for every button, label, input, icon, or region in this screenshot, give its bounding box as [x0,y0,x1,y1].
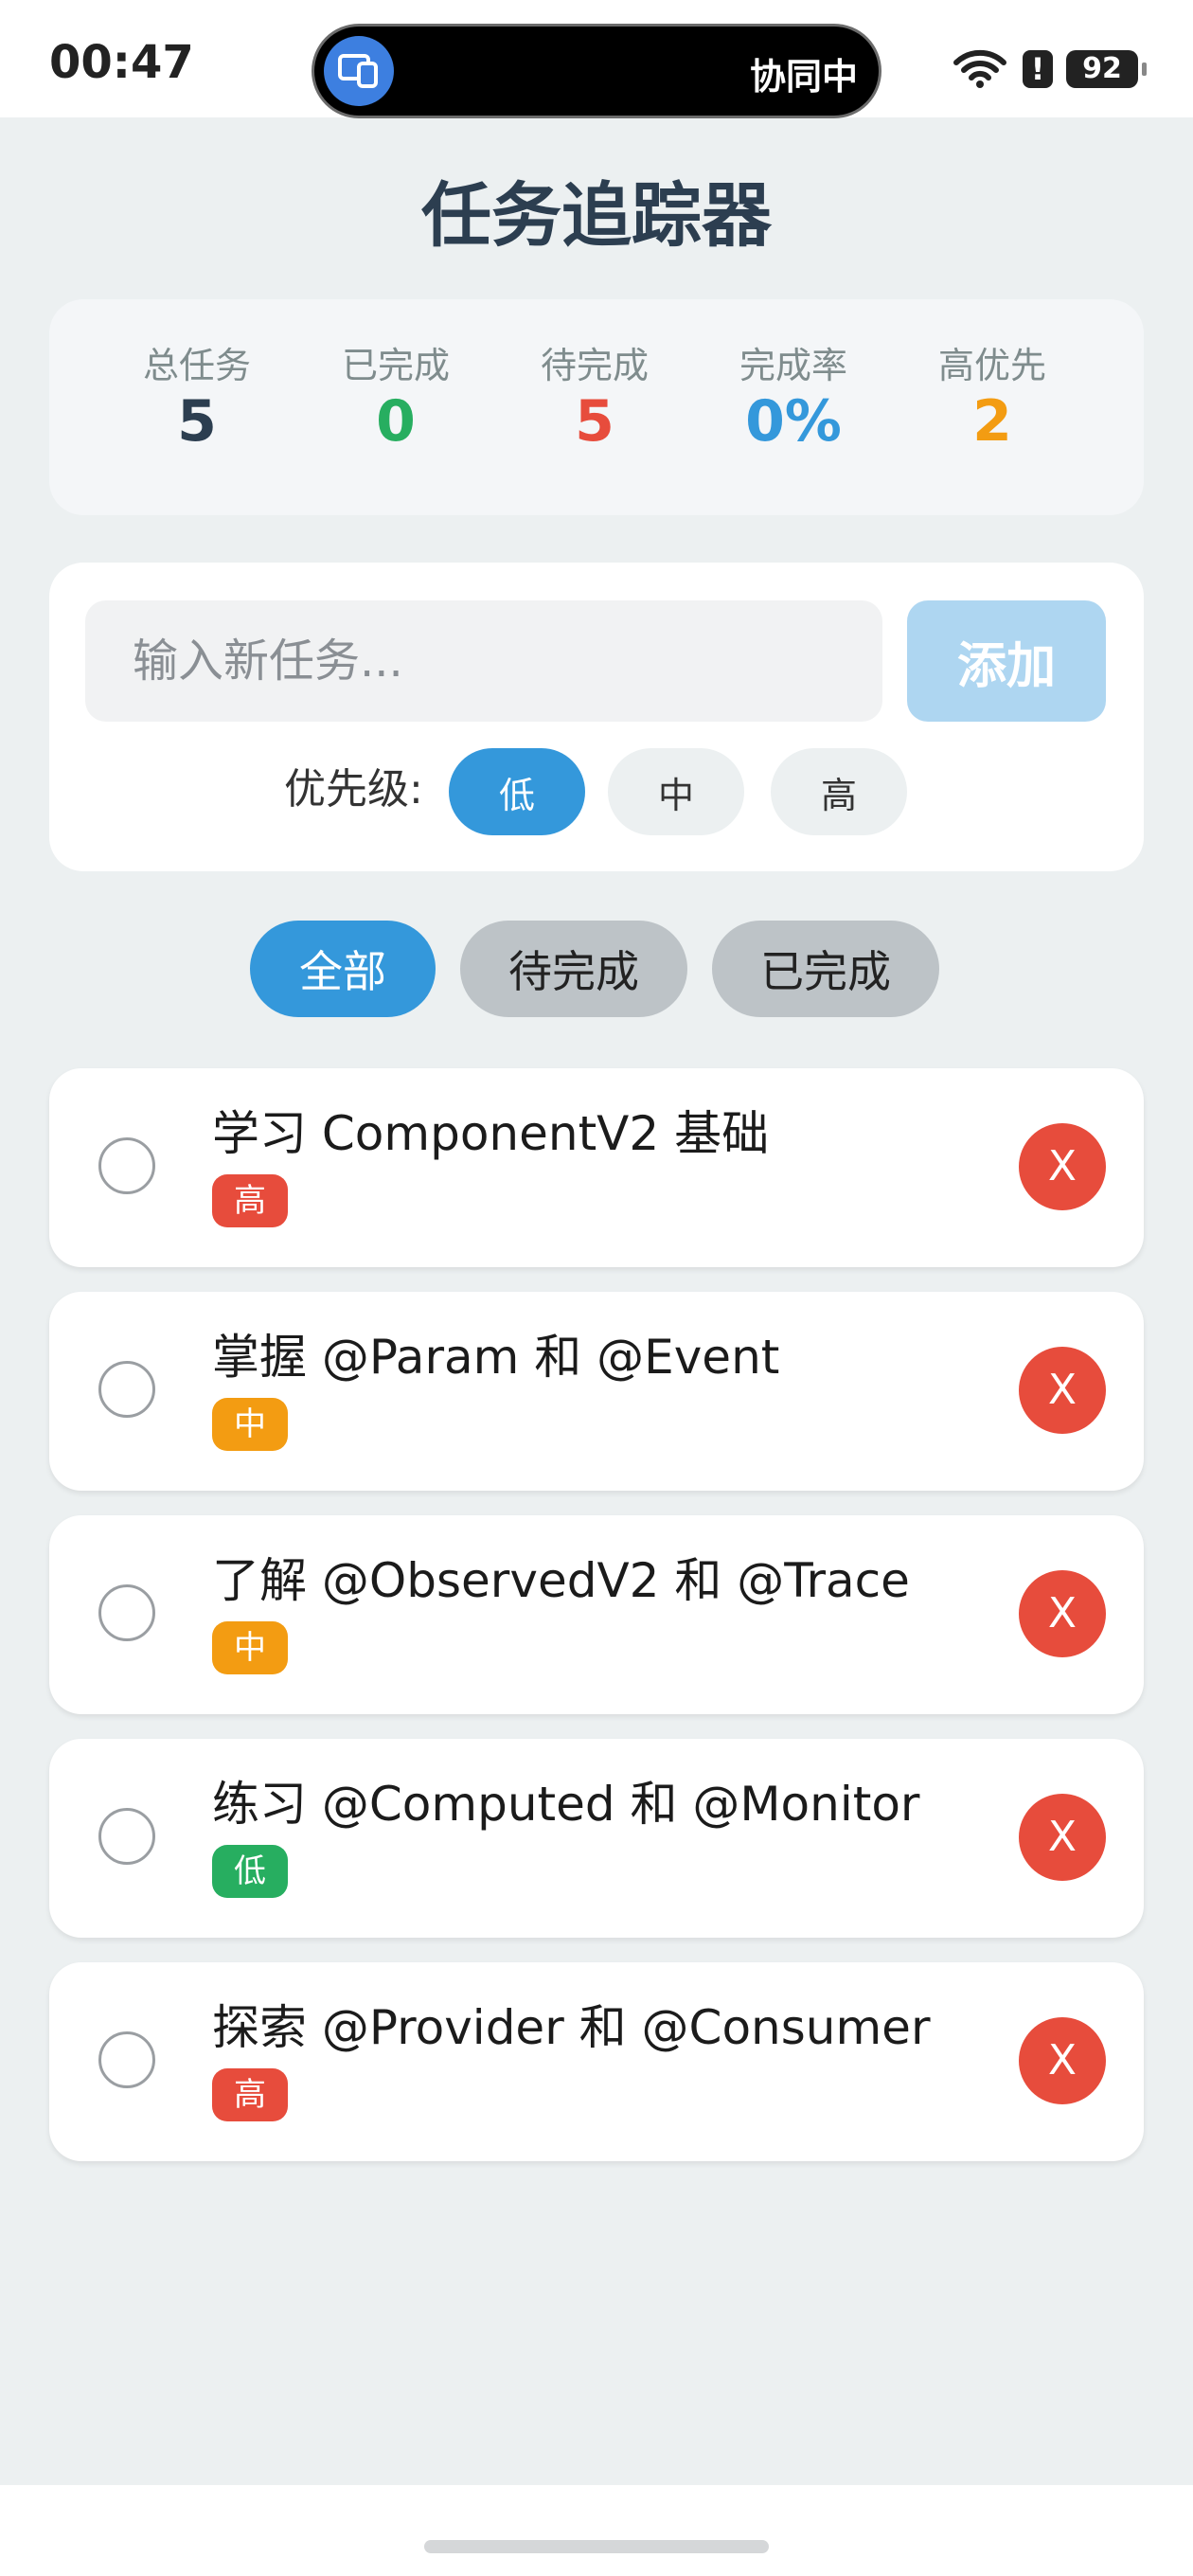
delete-task-button[interactable]: X [1019,1123,1106,1210]
task-checkbox[interactable] [98,2031,155,2088]
delete-task-button[interactable]: X [1019,2017,1106,2104]
priority-low-button[interactable]: 低 [449,748,585,835]
priority-label: 优先级: [284,765,423,814]
stat-completed: 已完成 0 [301,343,490,455]
status-time: 00:47 [49,36,194,89]
status-bar: 00:47 协同中 ! 92 [0,0,1193,117]
dynamic-island[interactable]: 协同中 [314,27,879,116]
priority-badge: 低 [212,1845,288,1898]
priority-medium-button[interactable]: 中 [608,748,744,835]
filter-tab-all[interactable]: 全部 [250,921,436,1017]
stat-label: 待完成 [540,345,649,386]
task-item: 了解 @ObservedV2 和 @Trace 中 X [49,1515,1144,1714]
stat-value: 5 [575,388,614,455]
island-status-text: 协同中 [749,56,858,98]
home-indicator[interactable] [424,2540,769,2553]
page-title: 任务追踪器 [421,175,772,257]
delete-task-button[interactable]: X [1019,1794,1106,1881]
filter-tab-completed[interactable]: 已完成 [712,921,939,1017]
task-item: 掌握 @Param 和 @Event 中 X [49,1292,1144,1491]
stat-completion-rate: 完成率 0% [699,343,888,455]
task-checkbox[interactable] [98,1361,155,1418]
delete-task-button[interactable]: X [1019,1347,1106,1434]
stat-pending: 待完成 5 [500,343,689,455]
multi-device-icon [324,36,394,106]
priority-badge: 高 [212,2068,288,2121]
task-item: 练习 @Computed 和 @Monitor 低 X [49,1739,1144,1938]
add-task-button[interactable]: 添加 [907,600,1106,722]
task-title: 练习 @Computed 和 @Monitor [212,1777,920,1832]
stat-label: 高优先 [937,345,1046,386]
wifi-icon [951,45,1009,93]
priority-high-button[interactable]: 高 [771,748,907,835]
task-item: 探索 @Provider 和 @Consumer 高 X [49,1962,1144,2161]
stat-total: 总任务 5 [102,343,292,455]
task-checkbox[interactable] [98,1808,155,1865]
stat-label: 总任务 [142,345,251,386]
priority-badge: 中 [212,1621,288,1674]
alert-icon: ! [1023,50,1053,88]
stat-value: 5 [177,388,217,455]
stats-card: 总任务 5 已完成 0 待完成 5 完成率 0% 高优先 2 [49,299,1144,515]
task-title: 学习 ComponentV2 基础 [212,1106,770,1161]
task-checkbox[interactable] [98,1137,155,1194]
stat-value: 2 [972,388,1012,455]
status-icons: ! 92 [951,45,1147,93]
task-checkbox[interactable] [98,1584,155,1641]
stat-label: 完成率 [739,345,847,386]
new-task-input[interactable] [85,600,882,722]
delete-task-button[interactable]: X [1019,1570,1106,1657]
task-title: 掌握 @Param 和 @Event [212,1330,780,1385]
priority-badge: 中 [212,1398,288,1451]
task-item: 学习 ComponentV2 基础 高 X [49,1068,1144,1267]
stat-value: 0 [376,388,416,455]
stat-value: 0% [745,388,842,455]
bottom-bar [0,2485,1193,2576]
stat-high-priority: 高优先 2 [898,343,1087,455]
battery-icon: 92 [1066,50,1147,88]
filter-tab-pending[interactable]: 待完成 [460,921,687,1017]
new-task-card: 添加 优先级: 低 中 高 [49,563,1144,871]
task-title: 探索 @Provider 和 @Consumer [212,2000,931,2055]
stat-label: 已完成 [341,345,450,386]
task-title: 了解 @ObservedV2 和 @Trace [212,1553,910,1608]
priority-badge: 高 [212,1174,288,1227]
